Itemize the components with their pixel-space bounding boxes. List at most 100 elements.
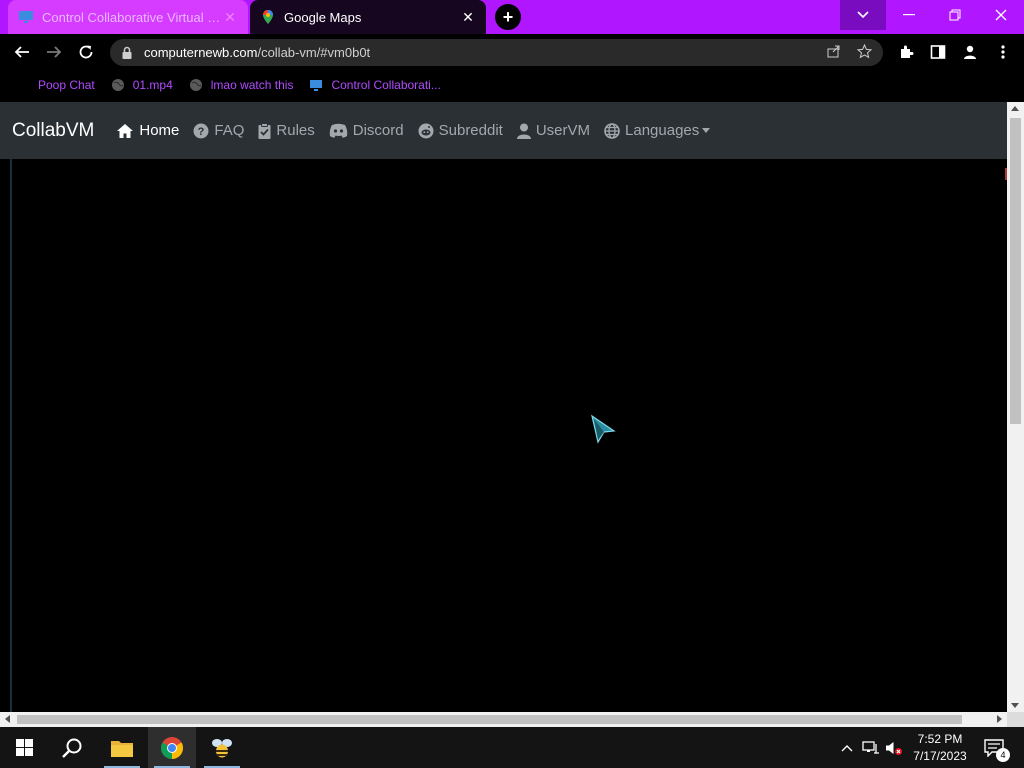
nav-label: Subreddit bbox=[438, 122, 503, 139]
scroll-down-arrow-icon[interactable] bbox=[1011, 703, 1019, 708]
browser-tabstrip: Control Collaborative Virtual M... ✕ Goo… bbox=[0, 0, 1024, 34]
home-icon bbox=[117, 123, 134, 138]
nav-discord[interactable]: Discord bbox=[329, 122, 404, 139]
bookmark-star-icon[interactable] bbox=[853, 43, 875, 62]
monitor-icon bbox=[310, 80, 323, 91]
globe-icon bbox=[111, 79, 124, 91]
volume-button[interactable] bbox=[884, 727, 904, 768]
forward-button[interactable] bbox=[42, 40, 66, 64]
tab-close-icon[interactable]: ✕ bbox=[222, 9, 238, 26]
bee-app-button[interactable] bbox=[198, 727, 246, 768]
windows-taskbar: 7:52 PM 7/17/2023 4 bbox=[0, 727, 1024, 768]
network-icon bbox=[862, 740, 879, 754]
bookmark-control-collaborative[interactable]: Control Collaborati... bbox=[309, 78, 441, 92]
globe-icon bbox=[189, 79, 202, 91]
nav-uservm[interactable]: UserVM bbox=[516, 122, 591, 139]
nav-label: FAQ bbox=[214, 122, 245, 139]
clock-time: 7:52 PM bbox=[917, 732, 963, 746]
globe-icon bbox=[604, 122, 620, 139]
file-explorer-icon bbox=[111, 740, 133, 757]
scroll-left-arrow-icon[interactable] bbox=[5, 715, 10, 723]
extensions-icon[interactable] bbox=[896, 42, 916, 62]
nav-subreddit[interactable]: Subreddit bbox=[418, 122, 503, 139]
monitor-icon bbox=[19, 11, 33, 23]
vertical-scrollbar[interactable] bbox=[1007, 102, 1024, 712]
tab-search-button[interactable] bbox=[840, 0, 886, 30]
bee-app-icon bbox=[212, 738, 232, 757]
nav-home[interactable]: Home bbox=[116, 122, 179, 139]
chevron-down-icon bbox=[857, 11, 869, 19]
minimize-button[interactable] bbox=[886, 0, 932, 30]
bookmark-01-mp4[interactable]: 01.mp4 bbox=[111, 78, 173, 92]
page-viewport: CollabVM Home ? FAQ Rules Discord Subred… bbox=[0, 102, 1009, 712]
close-icon bbox=[995, 9, 1007, 21]
nav-label: Discord bbox=[352, 122, 404, 139]
tab-collabvm[interactable]: Control Collaborative Virtual M... ✕ bbox=[8, 0, 248, 34]
back-button[interactable] bbox=[10, 40, 34, 64]
bookmark-label: Poop Chat bbox=[38, 78, 95, 92]
nav-languages-dropdown[interactable]: Languages bbox=[604, 122, 711, 139]
scroll-right-arrow-icon[interactable] bbox=[997, 715, 1002, 723]
tab-close-icon[interactable]: ✕ bbox=[460, 9, 476, 26]
discord-icon bbox=[329, 123, 348, 138]
start-button[interactable] bbox=[0, 727, 48, 768]
tab-title: Google Maps bbox=[284, 9, 362, 25]
profile-icon[interactable] bbox=[960, 42, 980, 62]
arrow-left-icon bbox=[14, 46, 29, 58]
nav-rules[interactable]: Rules bbox=[258, 122, 315, 139]
address-bar[interactable]: computernewb.com/collab-vm/#vm0b0t bbox=[110, 39, 883, 66]
site-navbar: CollabVM Home ? FAQ Rules Discord Subred… bbox=[0, 102, 1007, 159]
reload-button[interactable] bbox=[74, 40, 98, 64]
scroll-up-arrow-icon[interactable] bbox=[1011, 106, 1019, 111]
chrome-button[interactable] bbox=[148, 727, 196, 768]
vm-cursor-icon bbox=[591, 414, 616, 444]
arrow-right-icon bbox=[47, 46, 62, 58]
maps-pin-icon bbox=[263, 10, 273, 24]
start-icon bbox=[15, 739, 33, 756]
svg-text:?: ? bbox=[198, 126, 205, 138]
bookmark-label: Control Collaborati... bbox=[331, 78, 441, 92]
vm-display[interactable] bbox=[10, 159, 1009, 712]
url-domain: computernewb.com bbox=[144, 45, 258, 60]
bookmark-lmao-watch-this[interactable]: lmao watch this bbox=[189, 78, 294, 92]
nav-faq[interactable]: ? FAQ bbox=[193, 122, 244, 139]
reload-icon bbox=[79, 45, 93, 59]
minimize-icon bbox=[903, 14, 915, 16]
new-tab-button[interactable]: + bbox=[495, 4, 521, 30]
file-explorer-button[interactable] bbox=[98, 727, 146, 768]
caret-down-icon bbox=[702, 128, 711, 133]
close-window-button[interactable] bbox=[978, 0, 1024, 30]
search-button[interactable] bbox=[48, 727, 96, 768]
nav-label: Home bbox=[139, 122, 180, 139]
tab-google-maps[interactable]: Google Maps ✕ bbox=[250, 0, 486, 34]
chevron-up-icon bbox=[841, 744, 853, 751]
url-text: computernewb.com/collab-vm/#vm0b0t bbox=[144, 45, 823, 60]
nav-label: Languages bbox=[625, 122, 700, 139]
taskbar-clock[interactable]: 7:52 PM 7/17/2023 bbox=[905, 731, 975, 765]
bookmarks-bar: Poop Chat 01.mp4 lmao watch this Control… bbox=[0, 70, 1024, 100]
user-icon bbox=[516, 123, 531, 139]
volume-muted-icon bbox=[886, 741, 902, 755]
lock-icon bbox=[122, 46, 132, 59]
menu-icon[interactable] bbox=[993, 42, 1013, 62]
network-button[interactable] bbox=[860, 727, 882, 768]
clock-date: 7/17/2023 bbox=[913, 749, 967, 763]
horizontal-scrollbar-thumb[interactable] bbox=[17, 715, 962, 724]
question-circle-icon: ? bbox=[193, 123, 209, 138]
vertical-scrollbar-thumb[interactable] bbox=[1010, 118, 1021, 424]
browser-toolbar: computernewb.com/collab-vm/#vm0b0t bbox=[0, 34, 1024, 70]
site-brand[interactable]: CollabVM bbox=[12, 120, 94, 142]
share-icon[interactable] bbox=[823, 44, 845, 61]
restore-button[interactable] bbox=[932, 0, 978, 30]
bookmark-label: lmao watch this bbox=[210, 78, 294, 92]
chrome-icon bbox=[161, 736, 183, 759]
bookmark-poop-chat[interactable]: Poop Chat bbox=[38, 78, 95, 92]
bookmark-label: 01.mp4 bbox=[132, 78, 173, 92]
scrollbar-corner bbox=[1007, 712, 1024, 727]
nav-label: Rules bbox=[276, 122, 315, 139]
side-panel-icon[interactable] bbox=[928, 42, 948, 62]
show-hidden-icons-button[interactable] bbox=[838, 727, 856, 768]
nav-label: UserVM bbox=[535, 122, 591, 139]
horizontal-scrollbar[interactable] bbox=[0, 712, 1007, 727]
clipboard-check-icon bbox=[258, 122, 271, 139]
